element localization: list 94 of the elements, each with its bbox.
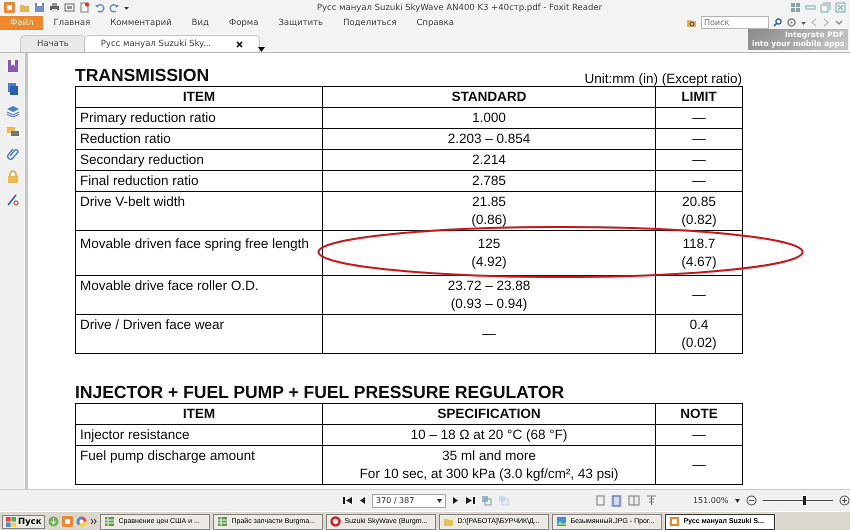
settings-icon[interactable] (786, 17, 797, 28)
table-cell: Movable driven face spring free length (76, 230, 322, 276)
section-title: INJECTOR + FUEL PUMP + FUEL PRESSURE REGULATOR (75, 382, 564, 403)
restore-icon[interactable] (820, 2, 831, 13)
paperclip-icon[interactable] (6, 147, 18, 161)
last-page-icon[interactable] (464, 496, 475, 505)
table-cell: Final reduction ratio (76, 170, 322, 192)
table-cell: Secondary reduction (76, 150, 322, 170)
redo-icon[interactable] (109, 2, 120, 13)
start-button[interactable]: Пуск (2, 514, 46, 528)
table-cell: 2.214 (322, 150, 656, 170)
signature-icon[interactable] (6, 193, 18, 207)
single-page-icon[interactable] (596, 495, 605, 506)
table-cell: Fuel pump discharge amount (76, 446, 322, 484)
table-cell: — (656, 108, 742, 128)
menu-tab[interactable]: Поделиться (333, 16, 406, 30)
ring-icon (330, 516, 342, 527)
column-header: LIMIT (656, 86, 742, 108)
first-page-icon[interactable] (343, 496, 353, 505)
browser-icon[interactable] (76, 516, 88, 527)
menu-tab[interactable]: Вид (182, 16, 219, 30)
table-cell: Drive V-belt width (76, 192, 322, 230)
table-cell: 23.72 – 23.88 (0.93 – 0.94) (322, 276, 656, 314)
document-icon (669, 516, 680, 527)
column-header: ITEM (76, 86, 322, 108)
pages-icon[interactable] (6, 82, 18, 96)
zoom-in-icon[interactable] (839, 495, 850, 506)
undo-icon[interactable] (94, 2, 105, 13)
table-cell: — (322, 314, 656, 354)
table-cell: 2.203 – 0.854 (322, 128, 656, 150)
windows-logo-icon (6, 516, 16, 526)
save-icon[interactable] (34, 2, 45, 13)
table-cell: — (656, 446, 742, 484)
zoom-out-icon[interactable] (746, 495, 757, 506)
new-document-icon[interactable] (79, 2, 90, 13)
search-icon[interactable] (773, 18, 782, 27)
slider-thumb[interactable] (803, 496, 806, 505)
image-icon (556, 516, 568, 527)
forward-icon[interactable] (822, 17, 830, 28)
table-cell: Reduction ratio (76, 128, 322, 150)
zoom-level[interactable]: 151.00% (692, 496, 729, 505)
window-title: Русс мануал Suzuki SkyWave AN400 K3 +40стр.pdf - Foxit Reader (316, 2, 604, 12)
close-icon[interactable] (236, 40, 244, 48)
table-cell: — (656, 150, 742, 170)
previous-view-icon[interactable] (480, 495, 492, 506)
chevron-icon[interactable] (90, 518, 98, 525)
table-cell: 0.4 (0.02) (656, 314, 742, 354)
column-header: STANDARD (322, 86, 656, 108)
menu-tab[interactable]: Форма (218, 16, 268, 30)
folder-icon (443, 516, 454, 527)
grid-icon[interactable] (790, 2, 801, 13)
column-header: NOTE (656, 404, 742, 424)
next-page-icon[interactable] (452, 496, 459, 505)
table-cell: 2.785 (322, 170, 656, 192)
document-tab[interactable]: Русс мануал Suzuki Sky... (84, 35, 260, 52)
section-title: TRANSMISSION (75, 65, 210, 86)
table-cell: 10 – 18 Ω at 20 °C (68 °F) (322, 424, 656, 446)
table-cell: Primary reduction ratio (76, 108, 322, 128)
search-field[interactable]: Поиск (701, 16, 769, 29)
torrent-icon[interactable] (48, 516, 60, 527)
table-cell: Injector resistance (76, 424, 322, 446)
menu-tab[interactable]: Защитить (268, 16, 334, 30)
dropdown-icon[interactable] (734, 498, 740, 502)
facing-pages-icon[interactable] (628, 495, 640, 506)
column-header: ITEM (76, 404, 322, 424)
app-logo-icon[interactable] (62, 516, 74, 527)
dropdown-icon[interactable] (436, 498, 442, 502)
layers-icon[interactable] (6, 105, 20, 117)
bookmark-icon[interactable] (6, 59, 18, 73)
table-cell: — (656, 128, 742, 150)
comments-icon[interactable] (6, 126, 20, 138)
table-cell: Drive / Driven face wear (76, 314, 322, 354)
table-cell: — (656, 276, 742, 314)
continuous-page-icon[interactable] (610, 494, 622, 506)
spreadsheet-icon (104, 516, 116, 527)
unit-note: Unit:mm (in) (Except ratio) (584, 71, 742, 86)
page-number-field[interactable]: 370 / 387 (372, 494, 446, 508)
app-logo-icon[interactable] (4, 2, 15, 13)
menu-tab[interactable]: Комментарий (100, 16, 182, 30)
table-cell: 1.000 (322, 108, 656, 128)
column-header: SPECIFICATION (322, 404, 656, 424)
table-cell: 35 ml and more For 10 sec, at 300 kPa (3.0 kgf/cm², 43 psi) (322, 446, 656, 484)
table-cell: — (656, 424, 742, 446)
table-cell: 21.85 (0.86) (322, 192, 656, 230)
previous-page-icon[interactable] (359, 496, 366, 505)
folder-search-icon[interactable] (686, 17, 697, 28)
menu-tab[interactable]: Главная (43, 16, 100, 30)
table-cell: 20.85 (0.82) (656, 192, 742, 230)
spreadsheet-icon (217, 516, 228, 527)
document-tab[interactable]: Начать (20, 35, 86, 52)
print-icon[interactable] (49, 2, 60, 13)
table-cell: Movable drive face roller O.D. (76, 276, 322, 314)
menu-tab[interactable]: Справка (406, 16, 464, 30)
table-cell: — (656, 170, 742, 192)
